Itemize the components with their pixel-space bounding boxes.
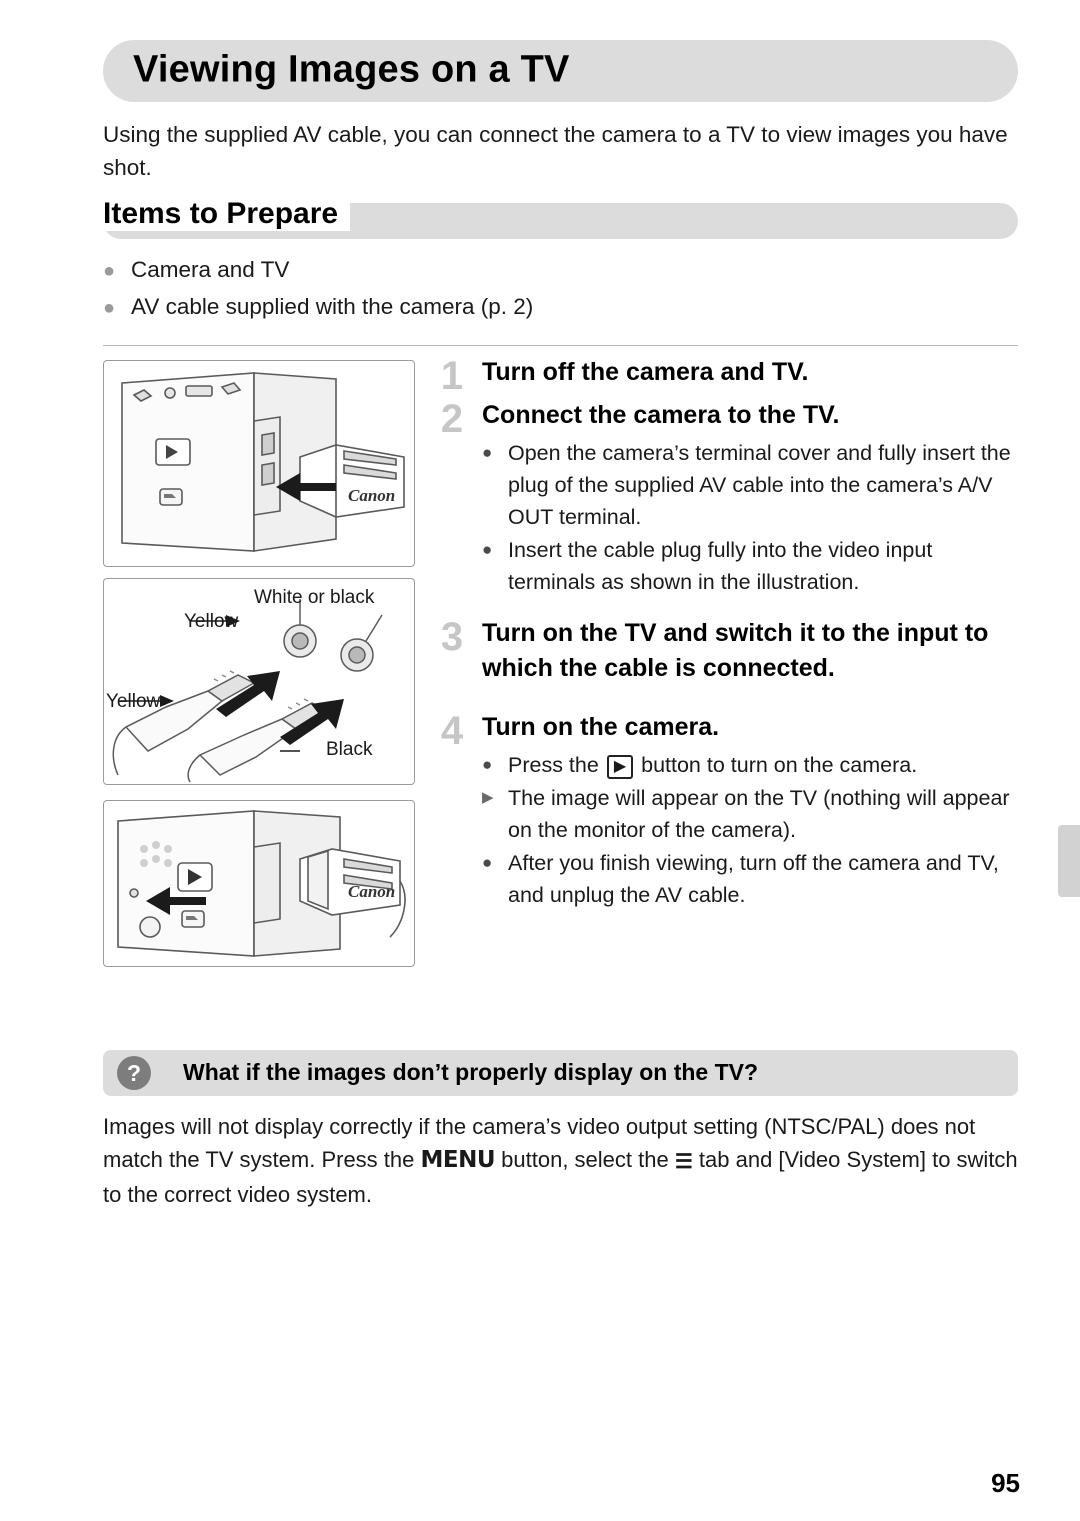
- menu-button-icon: MENU: [420, 1147, 496, 1173]
- step-bullet: ● Open the camera’s terminal cover and f…: [482, 437, 1020, 533]
- step-bullet: ● Insert the cable plug fully into the v…: [482, 534, 1020, 598]
- bullet-dot-icon: ●: [482, 853, 493, 872]
- settings-tab-icon: ☰: [674, 1151, 693, 1173]
- list-item-label: Camera and TV: [131, 257, 290, 282]
- section-heading-label: Items to Prepare: [103, 197, 351, 231]
- triangle-icon: ▶: [482, 789, 494, 806]
- steps-list: 1 Turn off the camera and TV. 2 Connect …: [430, 355, 1020, 913]
- bullet-text: After you finish viewing, turn off the c…: [508, 851, 999, 907]
- camera-playback-button-illustration: Canon: [103, 800, 415, 967]
- bullet-text: Insert the cable plug fully into the vid…: [508, 538, 933, 594]
- bullet-dot-icon: ●: [482, 540, 493, 559]
- av-plugs-illustration: White or black Yellow Yellow Black: [103, 578, 415, 785]
- bullet-text-before: Press the: [508, 753, 599, 777]
- list-item-label: AV cable supplied with the camera (p. 2): [131, 294, 534, 319]
- step-number: 4: [440, 709, 464, 753]
- svg-text:Canon: Canon: [348, 882, 395, 901]
- plug-label-black: Black: [326, 739, 373, 760]
- plug-label-yellow-bottom: Yellow: [106, 691, 161, 712]
- bullet-text: Open the camera’s terminal cover and ful…: [508, 441, 1011, 529]
- step-3: 3 Turn on the TV and switch it to the in…: [430, 616, 1020, 686]
- tip-body-part2: button, select the: [501, 1147, 669, 1172]
- step-bullet: ▶ The image will appear on the TV (nothi…: [482, 782, 1020, 846]
- section-heading: Items to Prepare: [103, 197, 1018, 241]
- step-number: 3: [440, 615, 464, 659]
- step-2: 2 Connect the camera to the TV. ● Open t…: [430, 398, 1020, 598]
- step-number: 1: [440, 354, 464, 398]
- list-item: ● Camera and TV: [103, 252, 963, 289]
- tip-header: ? What if the images don’t properly disp…: [103, 1050, 1018, 1096]
- bullet-dot-icon: ●: [103, 260, 116, 282]
- bullet-dot-icon: ●: [482, 755, 493, 774]
- step-title: Turn on the camera.: [482, 713, 720, 741]
- question-mark-icon: ?: [117, 1056, 151, 1090]
- list-item: ● AV cable supplied with the camera (p. …: [103, 289, 963, 326]
- step-title: Connect the camera to the TV.: [482, 401, 840, 429]
- page: Viewing Images on a TV Using the supplie…: [0, 0, 1080, 1521]
- step-number: 2: [440, 397, 464, 441]
- horizontal-divider: [103, 345, 1018, 346]
- bullet-dot-icon: ●: [482, 443, 493, 462]
- step-title: Turn off the camera and TV.: [482, 358, 809, 386]
- tip-body: Images will not display correctly if the…: [103, 1110, 1023, 1211]
- page-title: Viewing Images on a TV: [133, 48, 570, 91]
- bullet-dot-icon: ●: [103, 297, 116, 319]
- intro-paragraph: Using the supplied AV cable, you can con…: [103, 122, 1008, 180]
- chapter-thumb-tab: [1058, 825, 1080, 897]
- step-1: 1 Turn off the camera and TV.: [430, 355, 1020, 397]
- step-bullet: ● After you finish viewing, turn off the…: [482, 847, 1020, 911]
- plug-label-yellow-top: Yellow: [184, 611, 239, 632]
- playback-icon: ▶: [606, 755, 634, 779]
- page-number: 95: [991, 1468, 1020, 1498]
- bullet-text-after: button to turn on the camera.: [641, 753, 918, 777]
- step-title: Turn on the TV and switch it to the inpu…: [482, 619, 989, 682]
- camera-terminal-illustration: Canon: [103, 360, 415, 567]
- step-body: ● Press the ▶ button to turn on the came…: [482, 749, 1020, 911]
- tip-title: What if the images don’t properly displa…: [183, 1058, 759, 1085]
- bullet-text: The image will appear on the TV (nothing…: [508, 786, 1010, 842]
- page-title-banner: Viewing Images on a TV: [103, 40, 1018, 102]
- bullet-text: Press the ▶ button to turn on the camera…: [508, 749, 1020, 781]
- step-bullet: ● Press the ▶ button to turn on the came…: [482, 749, 1020, 781]
- step-4: 4 Turn on the camera. ● Press the ▶ butt…: [430, 710, 1020, 911]
- prepare-list: ● Camera and TV ● AV cable supplied with…: [103, 252, 963, 326]
- step-body: ● Open the camera’s terminal cover and f…: [482, 437, 1020, 598]
- svg-text:Canon: Canon: [348, 486, 395, 505]
- plug-label-white-or-black: White or black: [254, 587, 375, 608]
